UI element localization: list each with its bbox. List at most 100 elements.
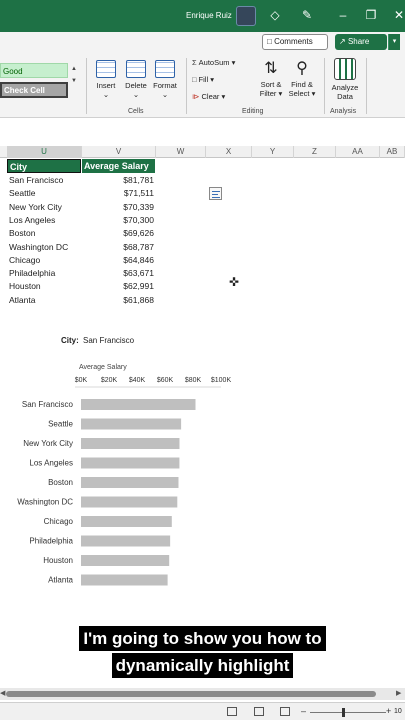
- column-header-w[interactable]: W: [156, 146, 206, 158]
- bar[interactable]: [81, 399, 196, 410]
- cell-city[interactable]: Philadelphia: [9, 267, 55, 280]
- cell-city[interactable]: Washington DC: [9, 241, 68, 254]
- zoom-out-icon[interactable]: –: [301, 706, 306, 716]
- fill-button[interactable]: □ Fill ▾: [192, 75, 214, 85]
- scrollbar-thumb[interactable]: [6, 691, 376, 697]
- zoom-in-icon[interactable]: +: [386, 706, 391, 716]
- share-button[interactable]: ↗ Share: [335, 34, 387, 50]
- delete-icon: [126, 60, 146, 78]
- normal-view-icon[interactable]: [227, 707, 237, 716]
- close-icon[interactable]: ✕: [392, 8, 405, 22]
- cell-city[interactable]: Los Angeles: [9, 214, 55, 227]
- zoom-level[interactable]: 10: [394, 708, 402, 715]
- analyze-data-label-2: Data: [337, 92, 353, 101]
- zoom-slider-thumb[interactable]: [342, 708, 345, 717]
- bar[interactable]: [81, 457, 180, 469]
- page-break-preview-icon[interactable]: [280, 707, 290, 716]
- minimize-icon[interactable]: –: [336, 8, 350, 22]
- scroll-down-icon[interactable]: ▼: [70, 75, 78, 87]
- chart-title: Average Salary: [79, 364, 127, 371]
- selector-value[interactable]: San Francisco: [83, 336, 134, 345]
- header-cell-average-salary[interactable]: Average Salary: [82, 159, 155, 173]
- cell-average-salary[interactable]: $70,300: [123, 214, 154, 227]
- cell-average-salary[interactable]: $69,626: [123, 227, 154, 240]
- cell-average-salary[interactable]: $64,846: [123, 254, 154, 267]
- bar[interactable]: [81, 496, 178, 508]
- diamond-icon[interactable]: ◇: [268, 8, 282, 22]
- scroll-left-icon[interactable]: ◀: [0, 689, 5, 697]
- cell-city[interactable]: Chicago: [9, 254, 40, 267]
- paste-options-icon[interactable]: [209, 187, 222, 200]
- find-select-button[interactable]: ⚲ Find & Select ▾: [287, 58, 317, 98]
- autosum-icon: Σ: [192, 58, 197, 67]
- divider: [366, 58, 367, 114]
- scroll-up-icon[interactable]: ▲: [70, 63, 78, 75]
- cell-average-salary[interactable]: $70,339: [123, 201, 154, 214]
- cell-city[interactable]: San Francisco: [9, 174, 63, 187]
- comments-button[interactable]: □ Comments: [262, 34, 328, 50]
- bar[interactable]: [81, 574, 168, 586]
- avatar-icon[interactable]: [236, 6, 256, 26]
- cell-city[interactable]: Seattle: [9, 187, 35, 200]
- cell-city[interactable]: New York City: [9, 201, 62, 214]
- cell-average-salary[interactable]: $81,781: [123, 174, 154, 187]
- table-row[interactable]: Chicago $64,846: [0, 254, 160, 267]
- cell-city[interactable]: Houston: [9, 280, 41, 293]
- scroll-right-icon[interactable]: ▶: [396, 689, 401, 697]
- bar[interactable]: [81, 477, 179, 488]
- x-tick-label: $60K: [157, 377, 174, 384]
- styles-scroll[interactable]: ▲ ▼: [70, 63, 78, 99]
- column-header-x[interactable]: X: [206, 146, 252, 158]
- x-tick-label: $0K: [75, 377, 88, 384]
- format-button[interactable]: Format ⌄: [151, 60, 179, 99]
- table-row[interactable]: San Francisco $81,781: [0, 174, 160, 187]
- status-bar: – + 10: [0, 702, 405, 720]
- bar[interactable]: [81, 555, 170, 566]
- cell-average-salary[interactable]: $71,511: [124, 187, 154, 200]
- column-header-ab[interactable]: AB: [380, 146, 405, 158]
- bar[interactable]: [81, 535, 171, 547]
- table-row[interactable]: Philadelphia $63,671: [0, 267, 160, 280]
- share-label: Share: [347, 37, 370, 46]
- column-header-aa[interactable]: AA: [336, 146, 380, 158]
- cell-city[interactable]: Boston: [9, 227, 35, 240]
- category-label: Houston: [43, 556, 73, 565]
- cell-style-check-cell[interactable]: Check Cell: [0, 82, 68, 98]
- cell-style-good[interactable]: Good: [0, 63, 68, 78]
- cell-city[interactable]: Atlanta: [9, 294, 35, 307]
- column-header-y[interactable]: Y: [252, 146, 294, 158]
- clear-button[interactable]: ⧐ Clear ▾: [192, 92, 225, 102]
- cell-average-salary[interactable]: $63,671: [123, 267, 154, 280]
- restore-icon[interactable]: ❐: [364, 8, 378, 22]
- insert-button[interactable]: Insert ⌄: [93, 60, 119, 99]
- cell-average-salary[interactable]: $68,787: [123, 241, 154, 254]
- column-header-z[interactable]: Z: [294, 146, 336, 158]
- table-row[interactable]: Los Angeles $70,300: [0, 214, 160, 227]
- pen-icon[interactable]: ✎: [300, 8, 314, 22]
- selector-label: City:: [61, 336, 79, 345]
- delete-button[interactable]: Delete ⌄: [123, 60, 149, 99]
- table-row[interactable]: Houston $62,991: [0, 280, 160, 293]
- column-header-v[interactable]: V: [82, 146, 156, 158]
- column-header-u[interactable]: U: [7, 146, 82, 158]
- bar[interactable]: [81, 418, 182, 430]
- cell-average-salary[interactable]: $61,868: [123, 294, 154, 307]
- cell-average-salary[interactable]: $62,991: [123, 280, 154, 293]
- zoom-slider[interactable]: [310, 712, 386, 713]
- autosum-button[interactable]: Σ AutoSum ▾: [192, 58, 235, 68]
- table-row[interactable]: Seattle $71,511: [0, 187, 160, 200]
- page-layout-icon[interactable]: [254, 707, 264, 716]
- bar[interactable]: [81, 516, 172, 527]
- table-row[interactable]: Washington DC $68,787: [0, 241, 160, 254]
- table-row[interactable]: Boston $69,626: [0, 227, 160, 240]
- analyze-data-button[interactable]: Analyze Data: [328, 58, 362, 101]
- bar[interactable]: [81, 438, 180, 449]
- horizontal-scrollbar[interactable]: ◀ ▶: [0, 688, 405, 700]
- header-cell-city[interactable]: City: [7, 159, 81, 173]
- average-salary-bar-chart[interactable]: $0K $20K $40K $60K $80K $100K San Francisco Sea…: [0, 372, 240, 594]
- share-dropdown-chevron-icon[interactable]: ▾: [388, 34, 400, 50]
- search-icon: ⚲: [296, 60, 308, 77]
- sort-filter-button[interactable]: ⇅ Sort & Filter ▾: [256, 58, 286, 98]
- table-row[interactable]: Atlanta $61,868: [0, 294, 160, 307]
- table-row[interactable]: New York City $70,339: [0, 201, 160, 214]
